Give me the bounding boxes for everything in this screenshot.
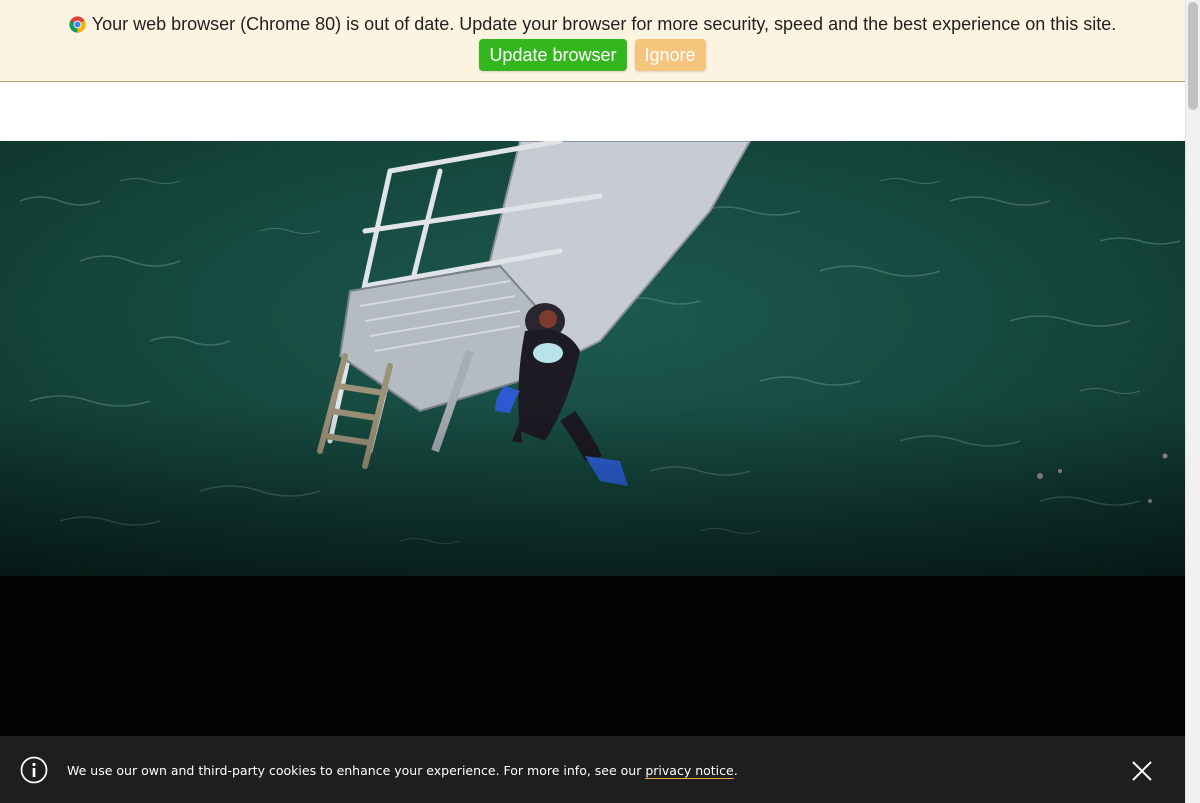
outdated-browser-banner: Your web browser (Chrome 80) is out of d… <box>0 0 1185 82</box>
info-icon <box>20 756 48 784</box>
cookie-message: We use our own and third-party cookies t… <box>67 763 646 778</box>
hero-image <box>0 141 1185 576</box>
update-browser-button[interactable]: Update browser <box>479 39 627 71</box>
banner-message-row: Your web browser (Chrome 80) is out of d… <box>0 12 1185 36</box>
diver-descending-ladder-into-sea-photo <box>0 141 1185 576</box>
banner-message: Your web browser (Chrome 80) is out of d… <box>91 14 1117 34</box>
scrollbar-track[interactable] <box>1185 0 1200 803</box>
chrome-logo-icon <box>69 15 86 33</box>
dark-content-section <box>0 576 1185 736</box>
close-icon[interactable] <box>1131 760 1153 782</box>
site-header <box>0 82 1185 141</box>
banner-actions: Update browser Ignore <box>0 39 1185 71</box>
cookie-suffix: . <box>733 763 738 778</box>
ignore-button[interactable]: Ignore <box>634 39 706 71</box>
privacy-notice-link[interactable]: privacy notice <box>645 763 733 778</box>
scrollbar-thumb[interactable] <box>1188 2 1198 110</box>
cookie-notice-text: We use our own and third-party cookies t… <box>67 763 738 779</box>
